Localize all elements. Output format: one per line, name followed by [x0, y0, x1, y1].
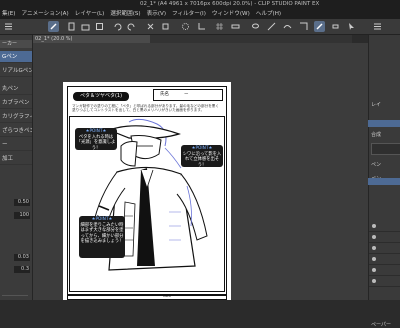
clear-icon[interactable]: [145, 21, 156, 32]
sub-tool-item[interactable]: リアルGペン: [0, 65, 32, 77]
selected-layer-highlight[interactable]: [368, 120, 400, 127]
point-callout-2: ★POINT★ シワに沿って影を入れて立体感を出そう！: [181, 145, 223, 168]
window-title: 02_1* (A4 4961 x 7016px 600dpi 20.0%) - …: [140, 1, 320, 7]
layer-row[interactable]: [369, 254, 400, 265]
blend-mode-label: 合成: [371, 132, 382, 138]
pen-pressure-icon[interactable]: [266, 21, 277, 32]
divider: [2, 295, 28, 296]
paper-layer-label: ペーパー: [371, 322, 391, 328]
point-text: 細部を塗りこみたい時はまず大きな部分を塗ってから、細かい部分を描き込みましょう！: [80, 222, 124, 245]
layer-row[interactable]: [369, 232, 400, 243]
pointer-icon[interactable]: [346, 21, 357, 32]
menu-animation[interactable]: アニメーション(A): [22, 9, 69, 19]
point-callout-1: ★POINT★ ペタを入れる時は「光源」を意識しよう！: [75, 128, 117, 151]
tab-document[interactable]: 02_1* (20.0 %): [32, 35, 150, 43]
brush-tool-icon[interactable]: [48, 21, 59, 32]
lasso-icon[interactable]: [250, 21, 261, 32]
bottom-frame: [67, 294, 227, 300]
name-header-box: 氏名 ー: [153, 89, 223, 101]
redo-icon[interactable]: [126, 21, 137, 32]
menu-icon[interactable]: [3, 21, 14, 32]
ruler-icon[interactable]: [230, 21, 241, 32]
top-instruction-text: マンガ制作での塗りの工程に「ペタ」と呼ばれる部分があります。髪の毛などの部分を黒…: [72, 104, 219, 113]
undo-icon[interactable]: [112, 21, 123, 32]
sub-tool-item[interactable]: カリグラフィ: [0, 111, 32, 123]
sub-tool-item[interactable]: ー: [0, 139, 32, 151]
point-text: シワに沿って影を入れて立体感を出そう！: [182, 151, 222, 168]
eye-icon[interactable]: [372, 279, 376, 283]
plate-number: No.2: [163, 294, 172, 298]
sub-tool-item[interactable]: カブラペン: [0, 97, 32, 109]
window-titlebar: 02_1* (A4 4961 x 7016px 600dpi 20.0%) - …: [0, 0, 400, 9]
layer-row[interactable]: [369, 265, 400, 276]
menu-edit[interactable]: 集(E): [2, 9, 16, 19]
menu-layer[interactable]: レイヤー(L): [75, 9, 105, 19]
menu-window[interactable]: ウィンドウ(W): [212, 9, 250, 19]
menu-help[interactable]: ヘルプ(H): [256, 9, 281, 19]
new-icon[interactable]: [66, 21, 77, 32]
page-title-box: ペタ＆ツヤベタ(1): [73, 92, 129, 101]
layer-row[interactable]: [369, 221, 400, 232]
layer-row[interactable]: [369, 243, 400, 254]
deselect-icon[interactable]: [180, 21, 191, 32]
stabilizer-icon[interactable]: [282, 21, 293, 32]
property-brush-size: 0.50: [0, 198, 32, 207]
right-panel: レイ 合成 ペン ペン ペーパー: [368, 35, 400, 328]
property-opacity: 100: [0, 211, 32, 220]
layer-row[interactable]: [369, 276, 400, 287]
sub-tool-panel: ーカー Gペン リアルGペン 丸ペン カブラペン カリグラフィ ざらつきペン ー…: [0, 35, 33, 300]
eye-icon[interactable]: [372, 246, 376, 250]
transform-icon[interactable]: [160, 21, 171, 32]
layer-panel-label: レイ: [371, 102, 382, 108]
grid-icon[interactable]: [214, 21, 225, 32]
pen-layer-label: ペン: [371, 162, 382, 168]
name-dash: ー: [184, 92, 189, 97]
eye-icon[interactable]: [372, 224, 376, 228]
point-text: ペタを入れる時は「光源」を意識しよう！: [76, 134, 116, 151]
command-bar: [0, 19, 400, 35]
manga-page[interactable]: 氏名 ー ペタ＆ツヤベタ(1) マンガ制作での塗りの工程に「ペタ」と呼ばれる部分…: [63, 82, 231, 300]
point-callout-3: ★POINT★ 細部を塗りこみたい時はまず大きな部分を塗ってから、細かい部分を描…: [79, 216, 125, 258]
pen-icon[interactable]: [314, 21, 325, 32]
active-layer-highlight[interactable]: [368, 178, 400, 185]
menu-selection[interactable]: 選択範囲(S): [110, 9, 140, 19]
property-thickness: 0.3: [0, 265, 32, 274]
menu-view[interactable]: 表示(V): [147, 9, 166, 19]
sub-tool-item[interactable]: 丸ペン: [0, 83, 32, 95]
sub-tool-header: ーカー: [0, 40, 32, 48]
thickness-value[interactable]: 0.3: [14, 266, 30, 273]
property-stabilization: 0.03: [0, 253, 32, 262]
menu-filter[interactable]: フィルター(I): [172, 9, 206, 19]
sub-tool-item[interactable]: Gペン: [0, 51, 32, 63]
eye-icon[interactable]: [372, 268, 376, 272]
crop-icon[interactable]: [196, 21, 207, 32]
sub-tool-item[interactable]: 加工: [0, 153, 32, 165]
canvas-area[interactable]: 氏名 ー ペタ＆ツヤベタ(1) マンガ制作での塗りの工程に「ペタ」と呼ばれる部分…: [33, 43, 368, 300]
save-icon[interactable]: [94, 21, 105, 32]
menu-bar: 集(E) アニメーション(A) レイヤー(L) 選択範囲(S) 表示(V) フィ…: [0, 9, 400, 19]
name-field-label: 氏名: [160, 92, 169, 97]
snap-icon[interactable]: [298, 21, 309, 32]
eye-icon[interactable]: [372, 257, 376, 261]
eraser-icon[interactable]: [330, 21, 341, 32]
document-tab-strip: 02_1* (20.0 %): [32, 35, 352, 43]
open-icon[interactable]: [80, 21, 91, 32]
blend-mode-select[interactable]: [371, 143, 400, 155]
brush-size-value[interactable]: 0.50: [14, 199, 30, 206]
sub-tool-item[interactable]: ざらつきペン: [0, 125, 32, 137]
eye-icon[interactable]: [372, 235, 376, 239]
opacity-value[interactable]: 100: [14, 212, 30, 219]
stabilization-value[interactable]: 0.03: [14, 254, 30, 261]
list-icon[interactable]: [372, 21, 383, 32]
